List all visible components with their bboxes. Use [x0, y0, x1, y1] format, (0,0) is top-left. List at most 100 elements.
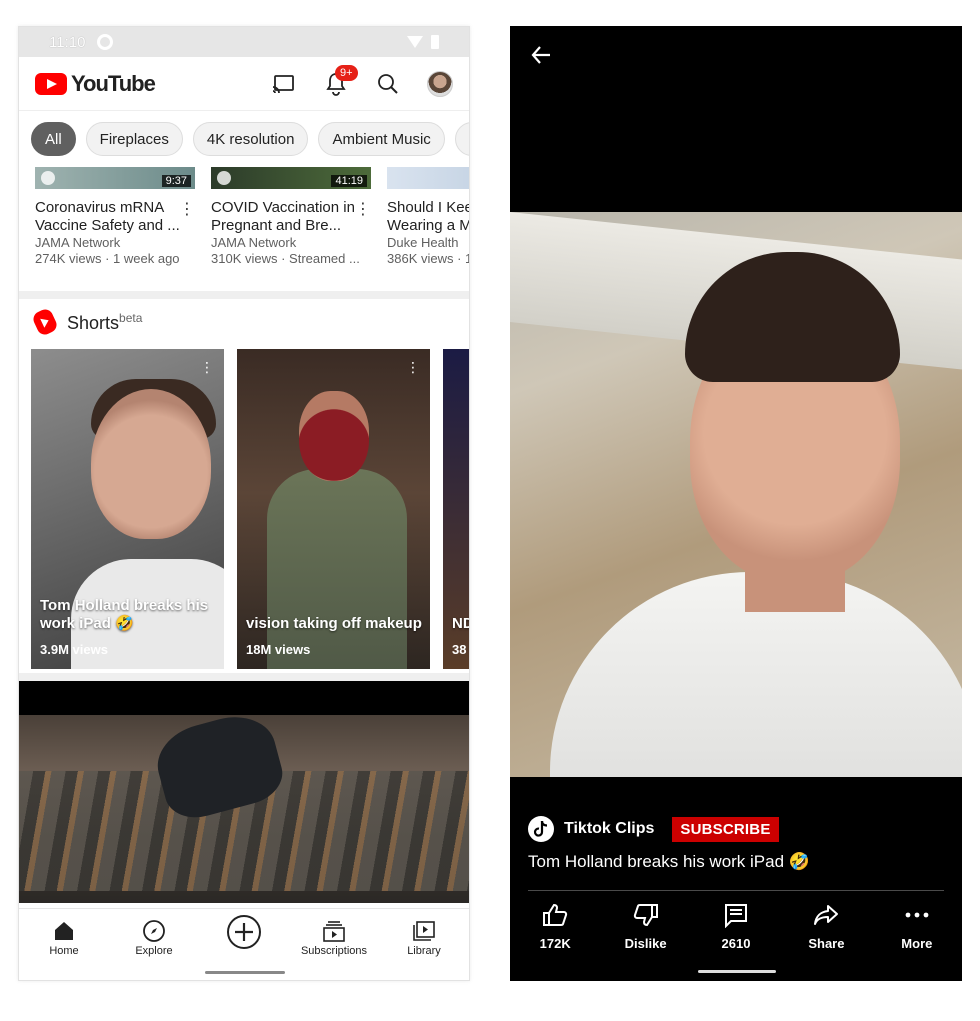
bottom-navigation: Home Explore Subscriptions Library [19, 908, 469, 980]
dislike-button[interactable]: Dislike [600, 902, 690, 951]
status-bar: 11:10 [19, 27, 469, 57]
video-duration: 9:37 [161, 175, 191, 187]
shorts-shelf: ⋮ Tom Holland breaks his work iPad 🤣 3.9… [19, 345, 469, 673]
chip-partial[interactable]: L [454, 122, 469, 156]
battery-icon [431, 35, 439, 49]
filter-chips: All Fireplaces 4K resolution Ambient Mus… [19, 111, 469, 167]
page: 11:10 YouTube 9+ All Fireplaces 4K resol… [0, 0, 980, 1021]
status-time: 11:10 [49, 33, 86, 51]
notifications-bell-icon[interactable]: 9+ [323, 64, 358, 97]
short-thumbnail-art [267, 469, 407, 669]
section-divider [19, 291, 469, 299]
short-thumbnail-art [299, 391, 369, 481]
video-thumbnail[interactable]: 9:37 [35, 167, 195, 189]
nav-label: Library [407, 945, 441, 957]
video-thumbnail-large[interactable] [19, 681, 469, 903]
video-card[interactable]: 41:19 COVID Vaccination in Pregnant and … [211, 167, 371, 267]
chip-fireplaces[interactable]: Fireplaces [85, 122, 183, 156]
shorts-icon [30, 306, 60, 338]
comment-icon [723, 902, 749, 928]
youtube-logo[interactable]: YouTube [35, 70, 156, 97]
nav-label: Explore [135, 945, 173, 957]
short-title: vision taking off makeup [246, 615, 422, 632]
more-vert-icon[interactable]: ⋮ [355, 199, 371, 219]
nav-home[interactable]: Home [19, 909, 109, 980]
channel-row: Tiktok Clips SUBSCRIBE [528, 816, 779, 842]
video-meta: 274K views · 1 week ago [35, 251, 180, 266]
video-channel: JAMA Network [35, 235, 121, 250]
top-actions: 9+ [271, 64, 453, 97]
short-video-player[interactable] [510, 212, 962, 777]
divider [528, 890, 944, 891]
video-meta: 386K views · 1 [387, 251, 469, 266]
short-views: 3.9M views [40, 642, 108, 657]
video-title[interactable]: COVID Vaccination in Pregnant and Bre... [211, 199, 361, 235]
home-feed-screen: 11:10 YouTube 9+ All Fireplaces 4K resol… [18, 26, 470, 981]
short-card[interactable]: ⋮ vision taking off makeup 18M views [237, 349, 430, 669]
channel-name[interactable]: Tiktok Clips [564, 820, 654, 838]
comment-count: 2610 [721, 936, 751, 951]
account-avatar[interactable] [427, 70, 453, 97]
section-divider [19, 673, 469, 681]
home-icon [53, 919, 75, 943]
channel-watermark [41, 171, 55, 185]
short-thumbnail-art [91, 389, 211, 539]
plus-icon [226, 913, 262, 951]
video-channel: Duke Health [387, 235, 459, 250]
search-icon[interactable] [375, 71, 401, 97]
shorts-title: Shortsbeta [67, 311, 142, 334]
back-arrow-icon[interactable] [530, 44, 552, 71]
video-title[interactable]: Coronavirus mRNA Vaccine Safety and ... [35, 199, 185, 235]
video-meta: 310K views · Streamed ... [211, 251, 360, 266]
share-button[interactable]: Share [781, 902, 871, 951]
video-card[interactable]: 9:37 Coronavirus mRNA Vaccine Safety and… [35, 167, 195, 267]
more-button[interactable]: More [872, 902, 962, 951]
short-title: Tom Holland breaks his work iPad 🤣 [528, 852, 810, 871]
nav-explore[interactable]: Explore [109, 909, 199, 980]
video-card[interactable]: Should I Keep Wearing a M Duke Health 38… [387, 167, 469, 267]
short-title: Tom Holland breaks his work iPad 🤣 [40, 597, 209, 632]
notification-badge: 9+ [335, 64, 358, 81]
like-button[interactable]: 172K [510, 902, 600, 951]
chip-ambient-music[interactable]: Ambient Music [318, 122, 445, 156]
short-card[interactable]: ⋮ Tom Holland breaks his work iPad 🤣 3.9… [31, 349, 224, 669]
chip-4k-resolution[interactable]: 4K resolution [192, 122, 309, 156]
more-vert-icon[interactable]: ⋮ [179, 199, 195, 219]
chip-all[interactable]: All [31, 122, 76, 156]
nav-create[interactable] [199, 909, 289, 980]
short-views: 38 [452, 642, 467, 657]
status-app-icon [97, 34, 114, 50]
more-vert-icon[interactable]: ⋮ [406, 359, 420, 376]
nav-subscriptions[interactable]: Subscriptions [289, 909, 379, 980]
short-views: 18M views [246, 642, 311, 657]
short-title: ND [452, 615, 469, 632]
video-carousel: 9:37 Coronavirus mRNA Vaccine Safety and… [19, 167, 469, 291]
video-channel: JAMA Network [211, 235, 297, 250]
more-vert-icon[interactable]: ⋮ [200, 359, 214, 376]
shorts-label: Shorts [67, 312, 120, 333]
nav-label: Subscriptions [300, 945, 368, 957]
channel-watermark [217, 171, 231, 185]
video-thumbnail[interactable]: 41:19 [211, 167, 371, 189]
action-bar: 172K Dislike 2610 Share More [510, 902, 962, 951]
cast-icon[interactable] [271, 71, 297, 97]
library-icon [412, 919, 436, 943]
gesture-bar [205, 971, 285, 974]
tiktok-channel-icon[interactable] [528, 816, 554, 842]
status-right [407, 35, 439, 49]
video-title[interactable]: Should I Keep Wearing a M [387, 199, 469, 235]
compass-icon [142, 919, 166, 943]
top-app-bar: YouTube 9+ [19, 57, 469, 111]
youtube-play-icon [35, 72, 67, 95]
shorts-header: Shortsbeta [19, 299, 469, 345]
nav-library[interactable]: Library [379, 909, 469, 980]
more-label: More [901, 936, 933, 951]
like-count: 172K [539, 936, 571, 951]
dislike-label: Dislike [624, 936, 667, 951]
comments-button[interactable]: 2610 [691, 902, 781, 951]
short-card[interactable]: ND 38 [443, 349, 469, 669]
wifi-icon [407, 36, 423, 48]
youtube-wordmark: YouTube [71, 70, 156, 96]
subscribe-button[interactable]: SUBSCRIBE [672, 816, 779, 842]
video-thumbnail[interactable] [387, 167, 469, 189]
